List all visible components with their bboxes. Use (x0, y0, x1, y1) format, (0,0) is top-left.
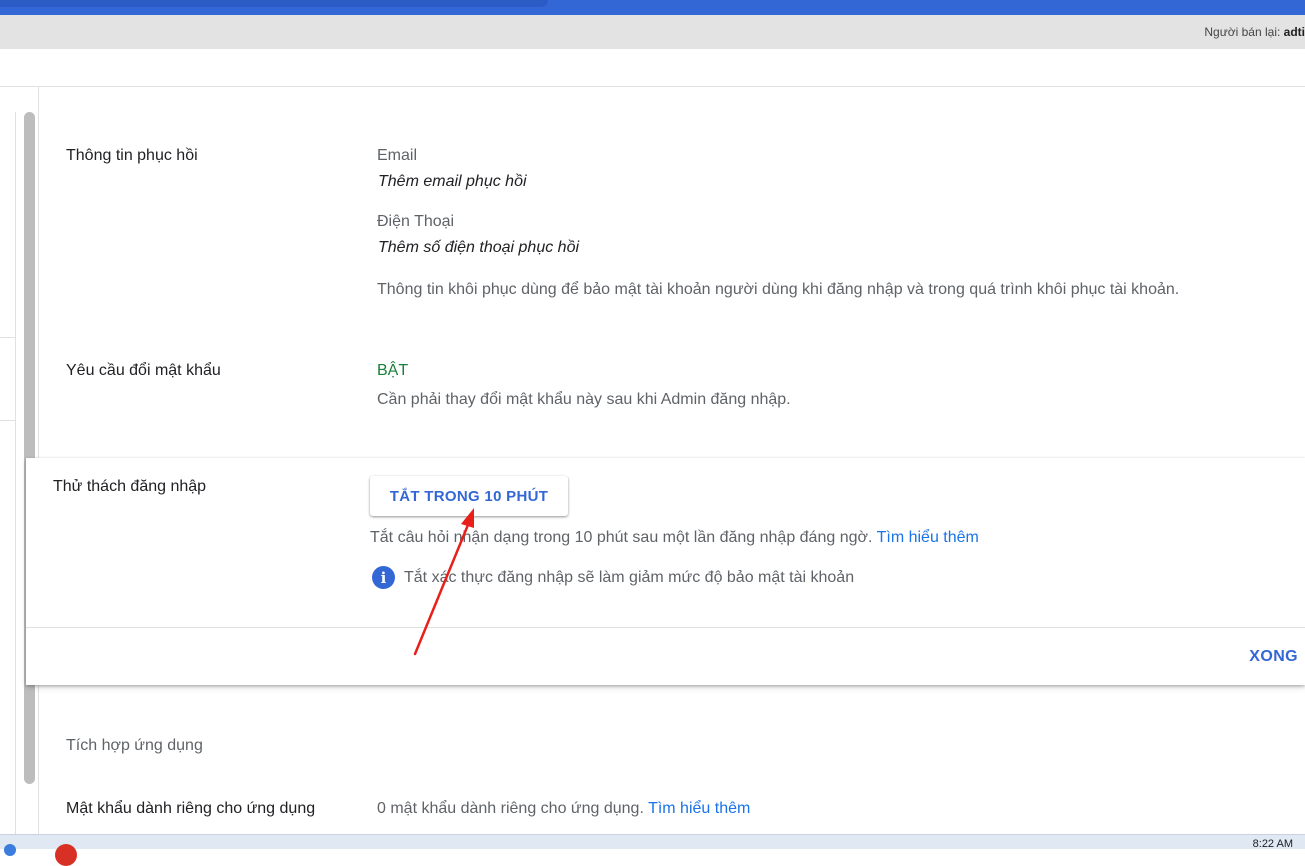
app-passwords-description: 0 mật khẩu dành riêng cho ứng dụng. Tìm … (377, 800, 750, 818)
browser-top-bar (0, 0, 1305, 15)
add-recovery-email-link[interactable]: Thêm email phục hồi (378, 173, 527, 191)
login-challenge-card: Thử thách đăng nhập TẮT TRONG 10 PHÚT Tắ… (26, 458, 1305, 685)
annotation-arrow (413, 508, 474, 656)
recovery-info-label: Thông tin phục hồi (66, 147, 198, 164)
header-search-area[interactable] (0, 0, 548, 7)
app-passwords-learn-more-link[interactable]: Tìm hiểu thêm (648, 800, 750, 817)
reseller-info: Người bán lại: adti (1204, 25, 1305, 39)
reseller-label: Người bán lại: (1204, 25, 1281, 39)
app-passwords-text: 0 mật khẩu dành riêng cho ứng dụng. (377, 800, 644, 817)
login-challenge-warning: Tắt xác thực đăng nhập sẽ làm giảm mức đ… (404, 569, 855, 586)
add-recovery-phone-link[interactable]: Thêm số điện thoại phục hồi (378, 239, 579, 257)
reseller-bar (0, 15, 1305, 49)
chrome-icon[interactable] (55, 844, 77, 866)
app-passwords-label: Mật khẩu dành riêng cho ứng dụng (66, 800, 316, 817)
left-side-panel (0, 112, 16, 834)
os-taskbar: 8:22 AM (0, 834, 1305, 866)
windows-start-icon[interactable] (4, 844, 16, 856)
password-change-label: Yêu cầu đổi mật khẩu (66, 362, 221, 379)
reseller-value: adti (1283, 25, 1305, 39)
learn-more-link[interactable]: Tìm hiểu thêm (877, 529, 979, 546)
recovery-phone-title: Điện Thoại (377, 213, 455, 230)
left-panel-divider (0, 420, 15, 421)
password-change-status[interactable]: BẬT (377, 362, 408, 380)
recovery-description: Thông tin khôi phục dùng để bảo mật tài … (377, 281, 1180, 298)
done-button[interactable]: XONG (1249, 648, 1298, 666)
taskbar-clock: 8:22 AM (1252, 838, 1293, 850)
login-challenge-label: Thử thách đăng nhập (53, 478, 207, 495)
info-icon: i (372, 566, 395, 589)
card-footer-divider (26, 627, 1305, 628)
app-integration-heading: Tích hợp ứng dụng (66, 737, 203, 754)
password-change-description: Cần phải thay đổi mật khẩu này sau khi A… (377, 391, 791, 408)
login-challenge-description-text: Tắt câu hỏi nhận dạng trong 10 phút sau … (370, 529, 873, 546)
login-challenge-description: Tắt câu hỏi nhận dạng trong 10 phút sau … (370, 529, 979, 547)
page-toolbar (0, 49, 1305, 87)
turn-off-10-min-button[interactable]: TẮT TRONG 10 PHÚT (370, 476, 568, 516)
recovery-email-title: Email (377, 147, 418, 164)
left-panel-divider (0, 337, 15, 338)
